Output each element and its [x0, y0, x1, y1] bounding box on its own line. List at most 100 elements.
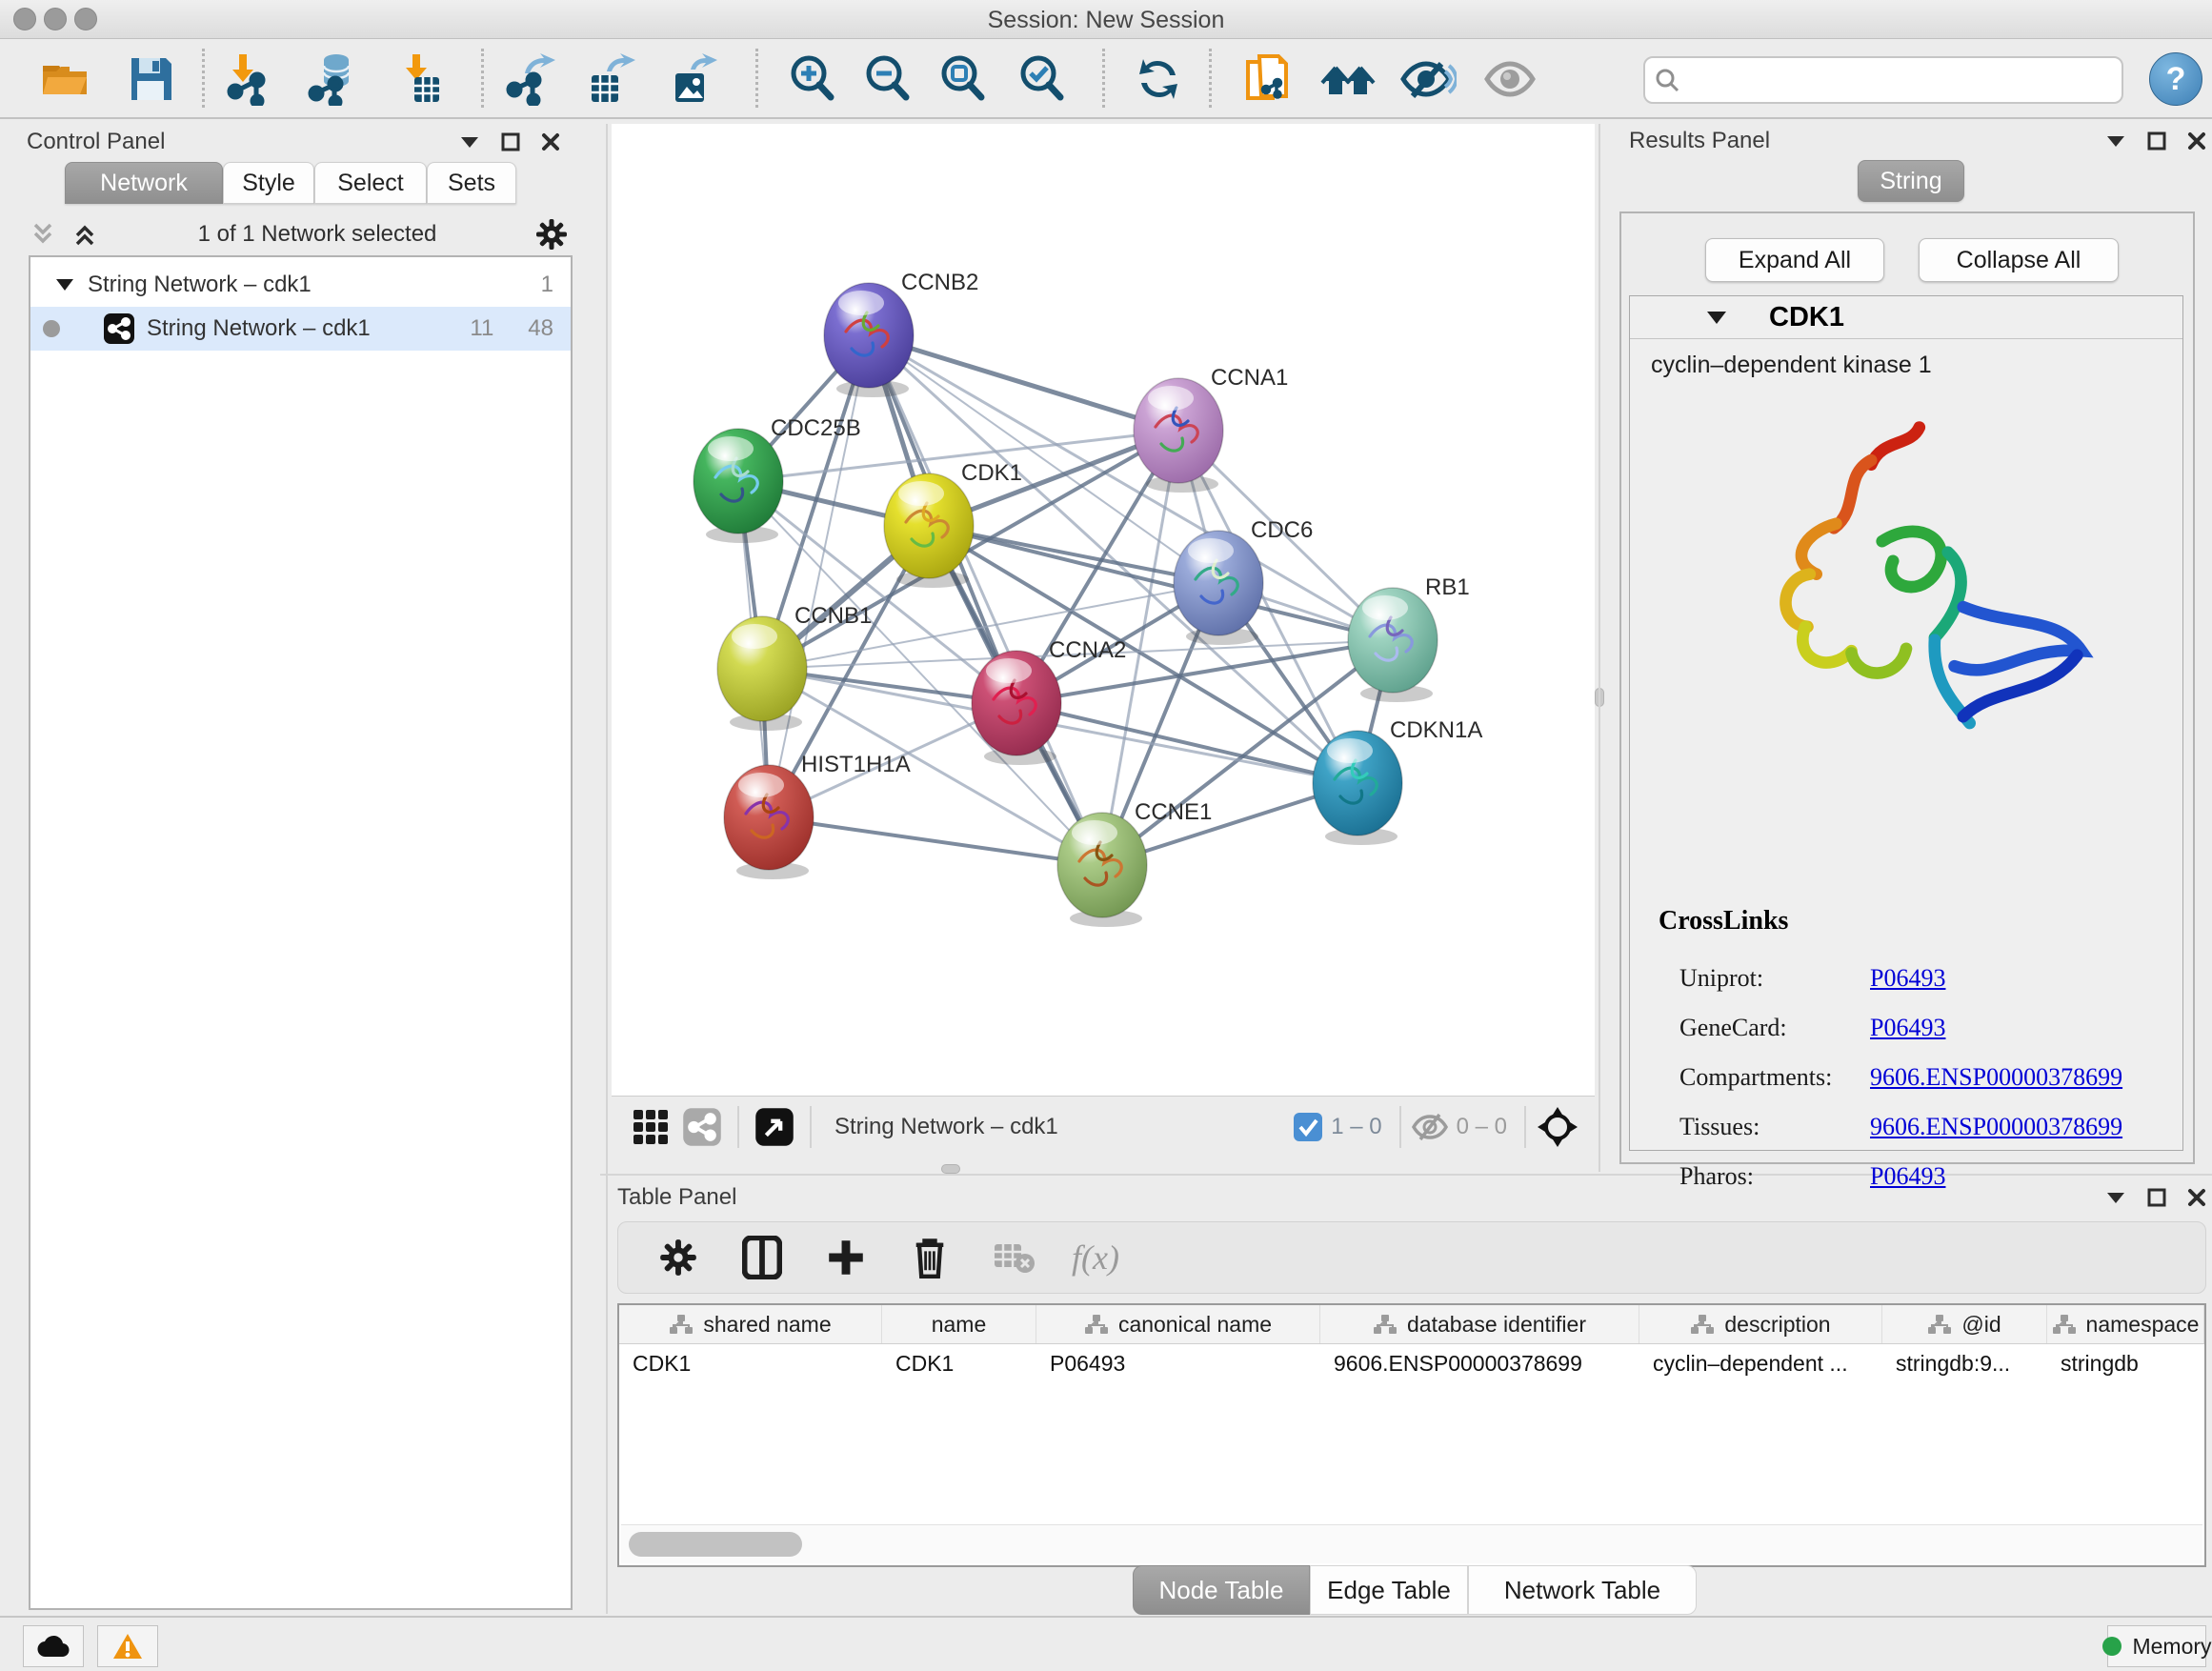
table-cell[interactable]: stringdb:9...	[1882, 1344, 2047, 1382]
collapse-all-button[interactable]: Collapse All	[1919, 238, 2119, 282]
delete-table-icon[interactable]	[988, 1232, 1039, 1283]
panel-divider[interactable]	[1599, 124, 1600, 1172]
import-network-file-button[interactable]	[219, 48, 282, 111]
table-cell[interactable]: cyclin–dependent ...	[1639, 1344, 1882, 1382]
export-table-button[interactable]	[579, 48, 642, 111]
network-node-CCNA1[interactable]: CCNA1	[1134, 365, 1288, 493]
import-table-button[interactable]	[391, 48, 453, 111]
network-edge[interactable]	[769, 335, 869, 817]
crosslink-link[interactable]: 9606.ENSP00000378699	[1870, 1063, 2122, 1092]
open-session-button[interactable]	[33, 48, 96, 111]
eye-slash-icon	[1399, 52, 1457, 106]
clone-network-button[interactable]	[1236, 48, 1298, 111]
column-header-name[interactable]: name	[882, 1305, 1036, 1343]
memory-button[interactable]: Memory	[2107, 1625, 2206, 1667]
network-node-RB1[interactable]: RB1	[1348, 574, 1470, 702]
tab-string[interactable]: String	[1858, 160, 1964, 202]
function-builder-icon[interactable]: f(x)	[1072, 1232, 1119, 1283]
crosslink-link[interactable]: P06493	[1870, 1014, 1945, 1042]
panel-menu-icon[interactable]	[2105, 1191, 2126, 1204]
splitter-grip[interactable]	[941, 1164, 960, 1174]
search-input[interactable]	[1689, 61, 2122, 99]
selected-checkbox-icon[interactable]	[1293, 1112, 1323, 1142]
zoom-in-button[interactable]	[781, 48, 844, 111]
table-cell[interactable]: 9606.ENSP00000378699	[1320, 1344, 1639, 1382]
tab-network-table[interactable]: Network Table	[1468, 1565, 1697, 1615]
column-header-namespace[interactable]: namespace	[2047, 1305, 2204, 1343]
table-row[interactable]: CDK1CDK1P064939606.ENSP00000378699cyclin…	[619, 1344, 2204, 1382]
fit-selected-crosshair-icon[interactable]	[1536, 1105, 1579, 1149]
network-node-HIST1H1A[interactable]: HIST1H1A	[724, 752, 911, 879]
network-share-gray-icon[interactable]	[676, 1101, 728, 1153]
column-header-description[interactable]: description	[1639, 1305, 1882, 1343]
panel-divider[interactable]	[606, 124, 608, 1614]
crosslink-link[interactable]: P06493	[1870, 964, 1945, 993]
scrollbar-thumb[interactable]	[629, 1532, 802, 1557]
grid-view-icon[interactable]	[625, 1101, 676, 1153]
protein-card-header[interactable]: CDK1	[1630, 296, 2182, 339]
panel-close-icon[interactable]	[2187, 131, 2206, 151]
apply-layout-button[interactable]	[1127, 48, 1190, 111]
zoom-selected-button[interactable]	[1011, 48, 1074, 111]
panel-float-icon[interactable]	[501, 132, 520, 151]
network-node-CDKN1A[interactable]: CDKN1A	[1313, 717, 1482, 845]
expand-all-button[interactable]: Expand All	[1705, 238, 1884, 282]
network-edge[interactable]	[869, 335, 1102, 865]
table-cell[interactable]: CDK1	[882, 1344, 1036, 1382]
show-columns-icon[interactable]	[736, 1232, 788, 1283]
network-node-CCNB2[interactable]: CCNB2	[824, 270, 978, 397]
network-node-CDC25B[interactable]: CDC25B	[694, 415, 861, 543]
network-canvas[interactable]: CCNB2CCNA1CDC25BCDK1CDC6RB1CCNB1CCNA2CDK…	[612, 124, 1595, 1096]
zoom-out-button[interactable]	[856, 48, 919, 111]
panel-menu-icon[interactable]	[2105, 134, 2126, 148]
panel-float-icon[interactable]	[2147, 1188, 2166, 1207]
zoom-fit-button[interactable]	[932, 48, 995, 111]
export-network-button[interactable]	[499, 48, 562, 111]
network-collection-row[interactable]: String Network – cdk1 1	[30, 263, 571, 307]
network-options-gear-icon[interactable]	[535, 218, 568, 251]
table-cell[interactable]: stringdb	[2047, 1344, 2204, 1382]
hide-graphics-details-button[interactable]	[1397, 48, 1459, 111]
warnings-button[interactable]	[97, 1625, 158, 1667]
export-image-button[interactable]	[661, 48, 724, 111]
collapse-all-networks-icon[interactable]	[29, 220, 57, 249]
tab-select[interactable]: Select	[314, 162, 427, 204]
tab-style[interactable]: Style	[223, 162, 314, 204]
network-edge[interactable]	[1016, 703, 1357, 783]
table-cell[interactable]: P06493	[1036, 1344, 1320, 1382]
detach-view-icon[interactable]	[749, 1101, 800, 1153]
create-column-icon[interactable]	[820, 1232, 872, 1283]
network-edge[interactable]	[869, 335, 1178, 431]
panel-float-icon[interactable]	[2147, 131, 2166, 151]
column-header-database-identifier[interactable]: database identifier	[1320, 1305, 1639, 1343]
network-edge[interactable]	[769, 817, 1102, 865]
tab-node-table[interactable]: Node Table	[1133, 1565, 1310, 1615]
import-network-database-button[interactable]	[303, 48, 366, 111]
tab-network[interactable]: Network	[65, 162, 223, 204]
delete-column-icon[interactable]	[904, 1232, 955, 1283]
table-options-gear-icon[interactable]	[653, 1232, 704, 1283]
column-header-@id[interactable]: @id	[1882, 1305, 2047, 1343]
panel-close-icon[interactable]	[2187, 1188, 2206, 1207]
collapse-section-icon[interactable]	[1706, 311, 1727, 325]
show-navigator-button[interactable]	[1317, 48, 1380, 111]
panel-menu-icon[interactable]	[459, 135, 480, 149]
show-graphics-details-button[interactable]	[1478, 48, 1541, 111]
table-cell[interactable]: CDK1	[619, 1344, 882, 1382]
network-node-CCNE1[interactable]: CCNE1	[1057, 799, 1212, 927]
cloud-status-button[interactable]	[23, 1625, 84, 1667]
network-node-CCNB1[interactable]: CCNB1	[717, 603, 872, 731]
collection-expand-icon[interactable]	[55, 278, 74, 292]
column-header-shared-name[interactable]: shared name	[619, 1305, 882, 1343]
horizontal-scrollbar[interactable]	[621, 1524, 2202, 1563]
network-row[interactable]: String Network – cdk1 11 48	[30, 307, 571, 351]
tab-sets[interactable]: Sets	[427, 162, 516, 204]
hidden-eye-icon[interactable]	[1411, 1112, 1449, 1142]
crosslink-link[interactable]: 9606.ENSP00000378699	[1870, 1113, 2122, 1141]
expand-all-networks-icon[interactable]	[70, 220, 99, 249]
column-header-canonical-name[interactable]: canonical name	[1036, 1305, 1320, 1343]
save-session-button[interactable]	[119, 48, 182, 111]
help-button[interactable]: ?	[2149, 52, 2202, 106]
tab-edge-table[interactable]: Edge Table	[1310, 1565, 1468, 1615]
panel-close-icon[interactable]	[541, 132, 560, 151]
